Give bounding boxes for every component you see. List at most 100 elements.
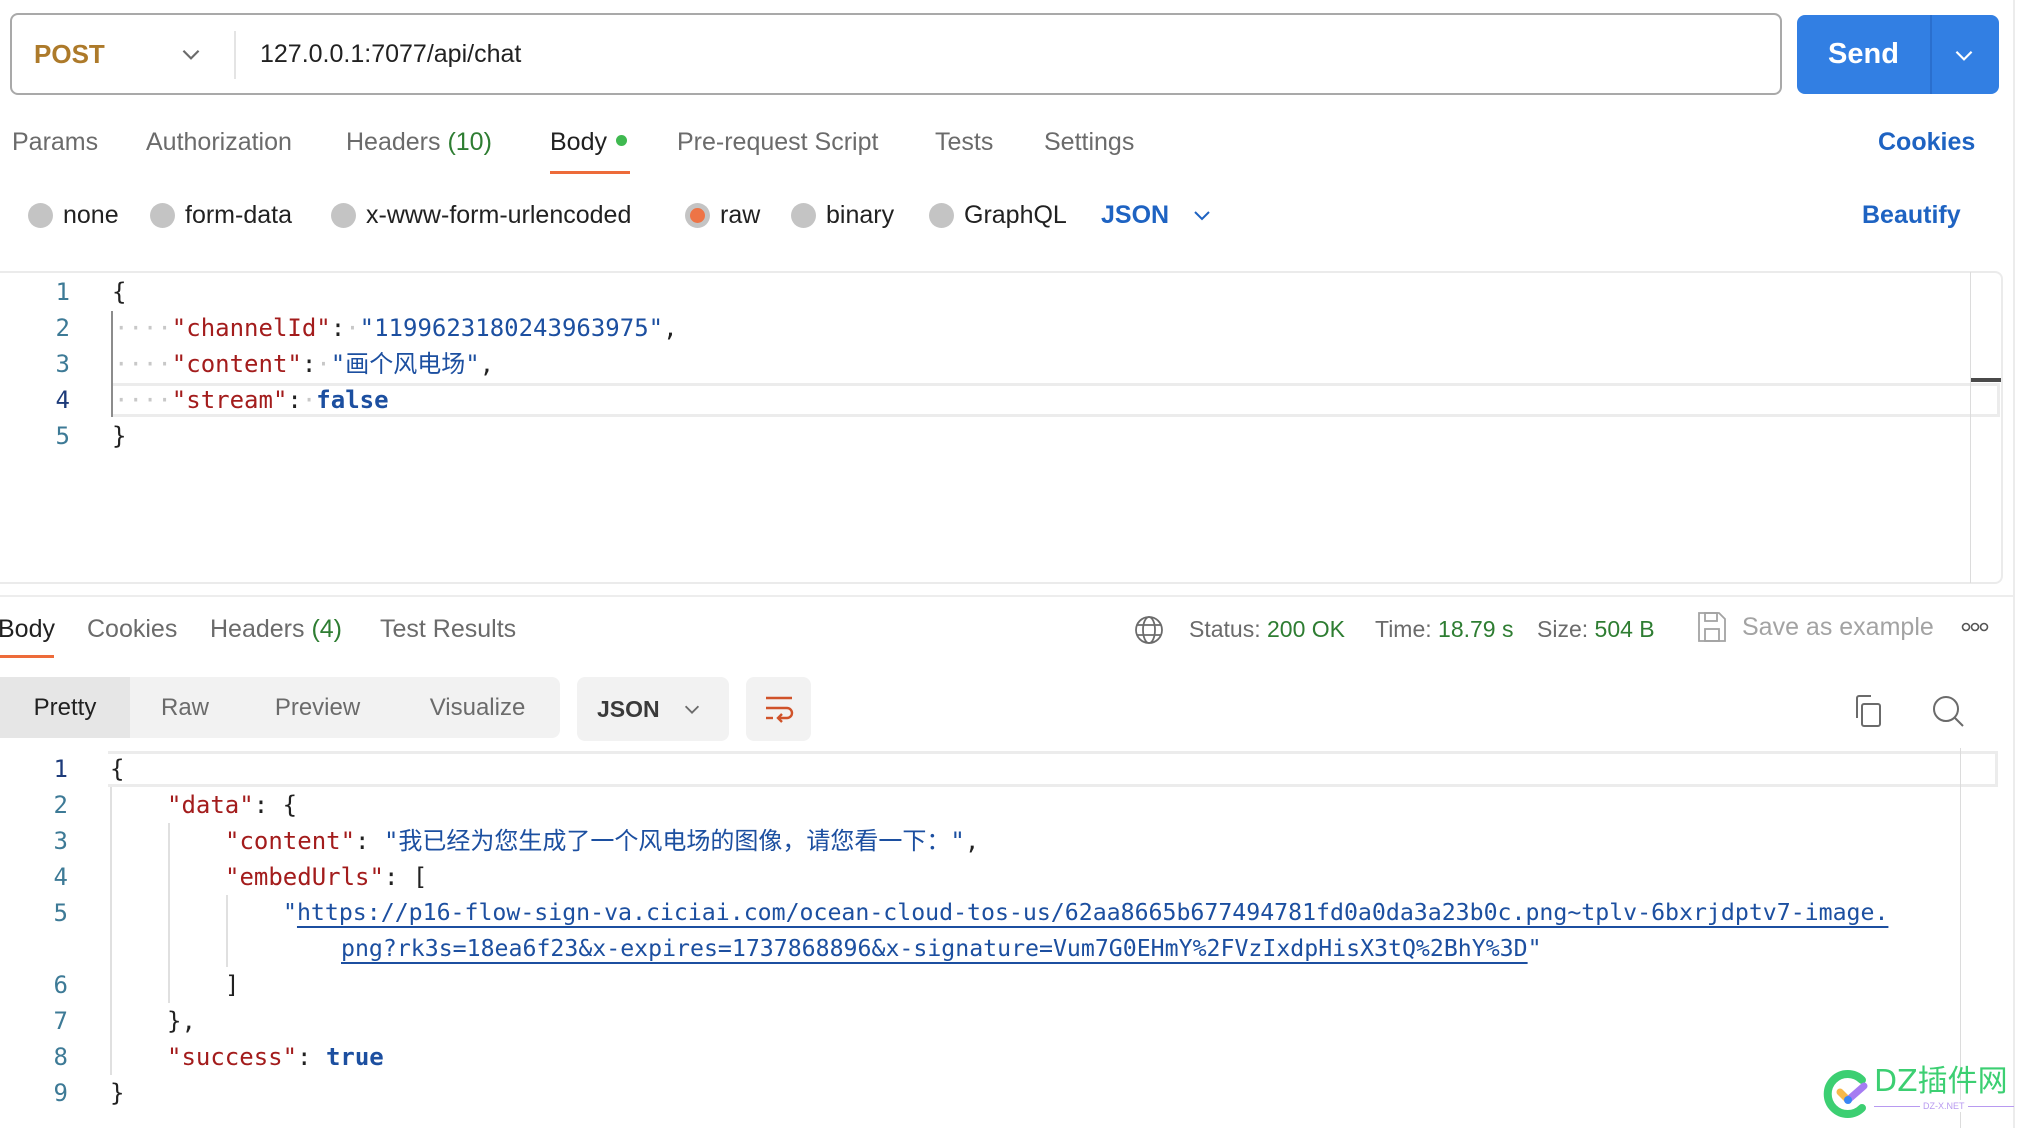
code-line: "content": "我已经为您生成了一个风电场的图像，请您看一下：",	[225, 827, 980, 855]
size-value: 504 B	[1594, 616, 1655, 642]
view-raw[interactable]: Raw	[130, 677, 240, 738]
search-icon[interactable]	[1930, 693, 1966, 729]
response-tab-test-results[interactable]: Test Results	[380, 609, 516, 649]
view-preview[interactable]: Preview	[240, 677, 395, 738]
json-key: "data"	[167, 791, 254, 819]
response-tab-body[interactable]: Body	[0, 609, 55, 649]
code-line: "success": true	[167, 1043, 384, 1071]
line-number-current: 1	[53, 755, 68, 783]
save-icon[interactable]	[1697, 611, 1727, 643]
send-button[interactable]: Send	[1797, 15, 1999, 94]
tab-authorization[interactable]: Authorization	[146, 122, 292, 162]
response-tab-headers[interactable]: Headers (4)	[210, 609, 342, 649]
whitespace-dots: ·	[301, 386, 317, 414]
send-button-label[interactable]: Send	[1797, 15, 1930, 94]
status-value: 200 OK	[1267, 616, 1345, 642]
window-right-edge	[2013, 0, 2015, 1128]
more-options-icon[interactable]	[1961, 620, 1989, 634]
code-line: }	[110, 1079, 125, 1107]
globe-icon[interactable]	[1134, 615, 1164, 645]
radio-none[interactable]: none	[28, 195, 119, 235]
view-visualize[interactable]: Visualize	[395, 677, 560, 738]
json-key: "stream"	[171, 386, 288, 414]
tab-pre-request-script[interactable]: Pre-request Script	[677, 122, 878, 162]
beautify-button[interactable]: Beautify	[1862, 195, 1961, 235]
line-number: 4	[53, 863, 68, 891]
chevron-down-icon[interactable]	[1951, 42, 1977, 68]
status-label: Status:	[1189, 616, 1261, 642]
tab-headers[interactable]: Headers (10)	[346, 122, 492, 162]
embed-url-link-continued[interactable]: png?rk3s=18ea6f23&x-expires=1737868896&x…	[341, 935, 1528, 962]
json-key: "content"	[225, 827, 356, 855]
response-size[interactable]: Size: 504 B	[1537, 609, 1655, 649]
radio-icon	[28, 202, 53, 228]
radio-icon	[331, 202, 356, 228]
radio-form-data[interactable]: form-data	[150, 195, 292, 235]
response-tab-cookies[interactable]: Cookies	[87, 609, 177, 649]
editor-scrollbar-track[interactable]	[1970, 272, 1971, 583]
cookies-link[interactable]: Cookies	[1878, 122, 1975, 162]
line-number: 3	[53, 827, 68, 855]
pane-resize-handle[interactable]	[0, 595, 2013, 597]
response-status[interactable]: Status: 200 OK	[1189, 609, 1345, 649]
json-key: "embedUrls"	[225, 863, 384, 891]
radio-x-www-form-urlencoded[interactable]: x-www-form-urlencoded	[331, 195, 631, 235]
code-line-wrapped: png?rk3s=18ea6f23&x-expires=1737868896&x…	[341, 931, 1542, 967]
chevron-down-icon[interactable]	[178, 41, 204, 67]
body-language-select[interactable]: JSON	[1101, 195, 1169, 235]
tab-params[interactable]: Params	[12, 122, 98, 162]
line-number: 1	[55, 278, 70, 306]
line-number-current: 4	[55, 386, 70, 414]
tab-body[interactable]: Body	[550, 122, 627, 162]
tab-tests[interactable]: Tests	[935, 122, 993, 162]
url-bar: POST 127.0.0.1:7077/api/chat	[10, 13, 1782, 95]
punctuation: : [	[383, 863, 428, 891]
line-number: 8	[53, 1043, 68, 1071]
json-key: "success"	[167, 1043, 298, 1071]
radio-icon	[150, 202, 175, 228]
line-number: 7	[53, 1007, 68, 1035]
response-view-switcher: Pretty Raw Preview Visualize	[0, 677, 560, 738]
line-number: 2	[55, 314, 70, 342]
quote: "	[1527, 935, 1542, 962]
whitespace-dots: ·	[345, 314, 360, 342]
json-string: "1199623180243963975"	[359, 314, 664, 342]
embed-url-link[interactable]: https://p16-flow-sign-va.ciciai.com/ocea…	[297, 899, 1888, 926]
copy-icon[interactable]	[1851, 694, 1883, 728]
radio-raw[interactable]: raw	[685, 195, 760, 235]
code-line: ····"stream":·false	[114, 386, 389, 414]
view-pretty[interactable]: Pretty	[0, 677, 130, 738]
punctuation: : {	[253, 791, 298, 819]
radio-graphql[interactable]: GraphQL	[929, 195, 1067, 235]
wrap-lines-button[interactable]	[746, 677, 811, 741]
chevron-down-icon[interactable]	[1190, 203, 1214, 227]
tab-label: Body	[550, 128, 607, 156]
watermark: DZ插件网 DZ-X.NET	[1822, 1062, 2018, 1122]
wrap-text-icon	[766, 696, 794, 723]
response-time[interactable]: Time: 18.79 s	[1375, 609, 1514, 649]
radio-selected-icon	[685, 202, 710, 228]
size-label: Size:	[1537, 616, 1589, 642]
active-line-highlight	[112, 383, 2000, 417]
whitespace-dots: ·	[316, 350, 331, 378]
tab-settings[interactable]: Settings	[1044, 122, 1134, 162]
whitespace-dots: ····	[114, 386, 172, 414]
line-number: 6	[53, 971, 68, 999]
code-line: },	[167, 1007, 196, 1035]
radio-label: form-data	[185, 200, 292, 229]
response-format-select[interactable]: JSON	[577, 677, 729, 741]
editor-scrollbar-thumb[interactable]	[1971, 378, 2001, 382]
tab-label: Headers	[210, 615, 305, 643]
whitespace-dots: ····	[114, 350, 172, 378]
save-as-example-button[interactable]: Save as example	[1742, 607, 1934, 647]
method-select[interactable]: POST	[34, 15, 105, 93]
json-boolean: true	[325, 1043, 384, 1071]
radio-binary[interactable]: binary	[791, 195, 894, 235]
radio-label: x-www-form-urlencoded	[366, 200, 632, 229]
code-line: ····"channelId":·"1199623180243963975",	[114, 314, 678, 342]
watermark-subtext: DZ-X.NET	[1920, 1100, 1968, 1112]
code-line: {	[112, 278, 127, 306]
line-number: 2	[53, 791, 68, 819]
url-input[interactable]: 127.0.0.1:7077/api/chat	[260, 15, 521, 93]
json-key: "content"	[171, 350, 302, 378]
